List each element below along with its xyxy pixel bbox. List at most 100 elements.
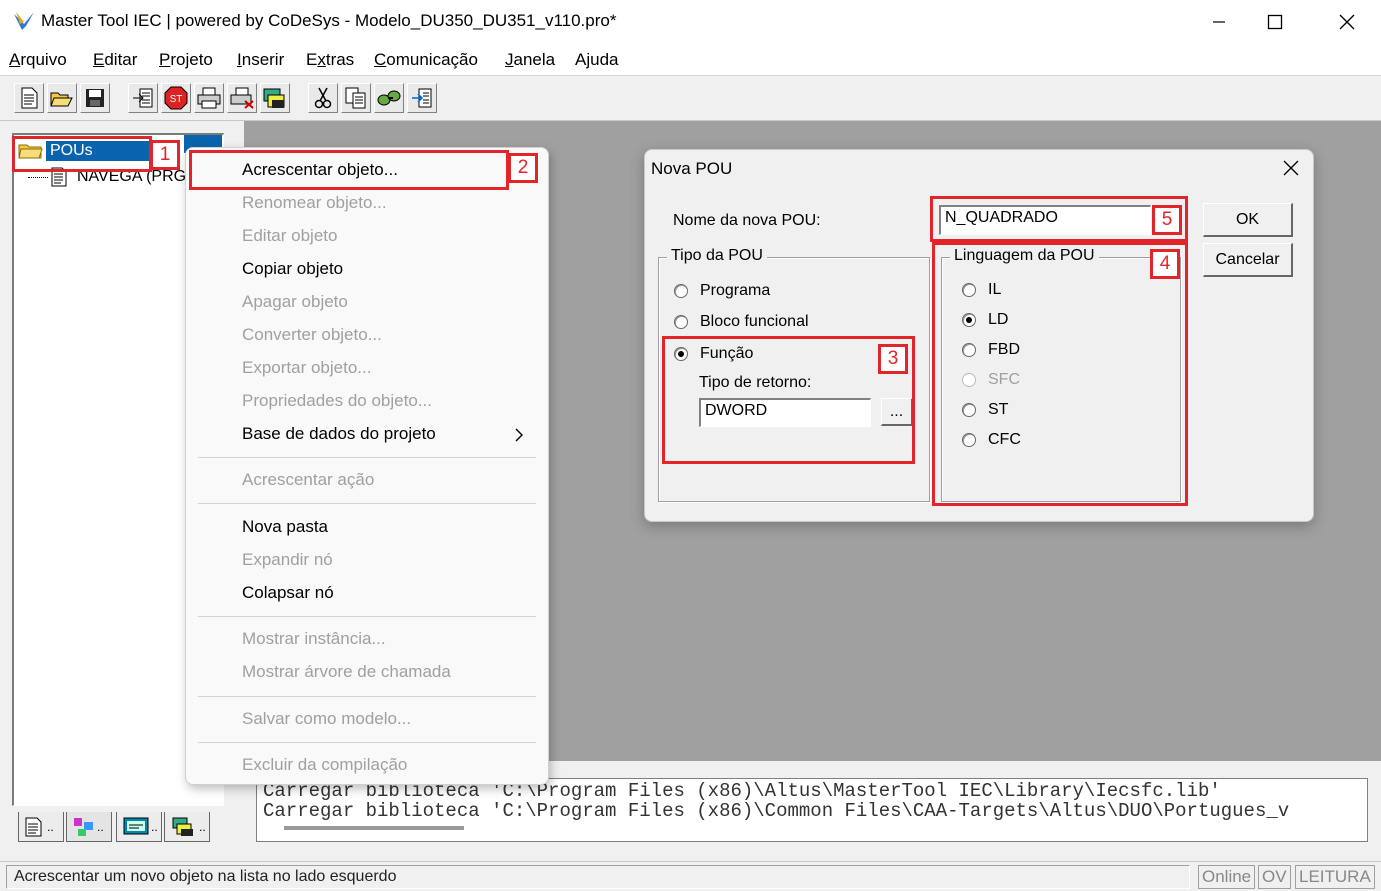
app-logo-icon (14, 12, 34, 30)
menu-label: tras (325, 50, 355, 69)
radio-dot (674, 315, 688, 329)
menu-extras[interactable]: Extras (306, 50, 354, 70)
menu-mnemonic: J (505, 50, 514, 69)
close-button[interactable] (1318, 0, 1376, 44)
callout-box-1 (12, 136, 152, 172)
radio-programa[interactable]: Programa (674, 282, 770, 300)
menu-editar[interactable]: Editar (93, 50, 137, 70)
tab-pous[interactable]: .. (18, 812, 64, 842)
menu-mnemonic: x (317, 50, 326, 69)
submenu-arrow-icon (515, 428, 523, 442)
close-icon (1339, 14, 1355, 30)
build-icon (263, 88, 285, 108)
menu-item-exportar-objeto: Exportar objeto... (242, 358, 372, 377)
menu-item-acrescentar-acao: Acrescentar ação (242, 470, 375, 489)
menu-bar: Arquivo Editar Projeto Inserir Extras Co… (0, 44, 1381, 76)
callout-box-5 (930, 196, 1188, 242)
print-icon (197, 87, 221, 109)
build-button[interactable] (260, 83, 290, 113)
save-button[interactable] (80, 83, 110, 113)
menu-item-propriedades-objeto: Propriedades do objeto... (242, 391, 432, 410)
ok-label: OK (1235, 210, 1260, 228)
status-ov: OV (1258, 865, 1291, 889)
resources-tab-icon (172, 817, 193, 836)
tab-visualizations[interactable]: .. (116, 812, 162, 842)
ok-button[interactable]: OK (1203, 203, 1293, 237)
menu-item-base-dados[interactable]: Base de dados do projeto (242, 424, 436, 444)
menu-janela[interactable]: Janela (505, 50, 555, 70)
message-window[interactable]: Carregar biblioteca 'C:\Program Files (x… (256, 778, 1368, 842)
print-preview-button[interactable] (227, 83, 257, 113)
pou-name-label: Nome da nova POU: (673, 212, 821, 229)
radio-label: Bloco funcional (700, 313, 809, 330)
menu-ajuda[interactable]: Ajuda (575, 50, 619, 70)
menu-separator (198, 503, 536, 504)
menu-label: anela (513, 50, 556, 69)
cancel-button[interactable]: Cancelar (1203, 243, 1293, 277)
menu-item-apagar-objeto: Apagar objeto (242, 292, 348, 311)
menu-mnemonic: P (159, 50, 171, 69)
find-button[interactable] (374, 83, 404, 113)
message-scrollbar[interactable] (284, 826, 464, 830)
cut-button[interactable] (308, 83, 338, 113)
menu-item-nova-pasta[interactable]: Nova pasta (242, 517, 328, 537)
close-icon (1283, 160, 1299, 176)
radio-dot (674, 284, 688, 298)
stop-button[interactable]: ST (161, 83, 191, 113)
menu-separator (198, 616, 536, 617)
menu-separator (198, 696, 536, 697)
tab-data-types[interactable]: .. (66, 812, 112, 842)
tree-connector (28, 176, 48, 178)
toolbar: ST (0, 77, 1381, 121)
menu-item-colapsar-no[interactable]: Colapsar nó (242, 583, 334, 603)
menu-item-copiar-objeto[interactable]: Copiar objeto (242, 259, 343, 279)
goto-icon (412, 88, 432, 108)
callout-tag-3: 3 (878, 344, 908, 374)
menu-mnemonic: E (93, 50, 105, 69)
callout-box-4 (932, 242, 1188, 506)
callout-tag-4: 4 (1150, 249, 1180, 279)
menu-item-expandir-no: Expandir nó (242, 550, 333, 569)
radio-bloco-funcional[interactable]: Bloco funcional (674, 313, 809, 331)
menu-inserir[interactable]: Inserir (237, 50, 284, 70)
status-leitura: LEITURA (1295, 865, 1375, 889)
menu-mnemonic: A (9, 50, 21, 69)
menu-mnemonic: C (374, 50, 387, 69)
radio-label: Programa (700, 282, 771, 299)
tab-resources[interactable]: .. (164, 812, 210, 842)
new-file-icon (21, 87, 38, 109)
menu-label: ditar (104, 50, 138, 69)
menu-item-renomear-objeto: Renomear objeto... (242, 193, 387, 212)
context-menu: Acrescentar objeto... Renomear objeto...… (185, 147, 549, 785)
menu-item-editar-objeto: Editar objeto (242, 226, 338, 245)
minimize-button[interactable] (1190, 0, 1248, 44)
menu-arquivo[interactable]: Arquivo (9, 50, 67, 70)
menu-projeto[interactable]: Projeto (159, 50, 213, 70)
menu-item-mostrar-instancia: Mostrar instância... (242, 629, 386, 648)
menu-label: omunicação (386, 50, 478, 69)
open-folder-icon (50, 92, 73, 107)
dialog-close-button[interactable] (1277, 154, 1305, 182)
print-button[interactable] (194, 83, 224, 113)
message-line: Carregar biblioteca 'C:\Program Files (x… (263, 800, 1290, 822)
visualization-tab-icon (123, 817, 149, 834)
data-types-tab-icon (74, 817, 93, 836)
goto-button[interactable] (407, 83, 437, 113)
minimize-icon (1213, 21, 1225, 23)
menu-item-excluir-compilacao: Excluir da compilação (242, 755, 408, 774)
menu-label: rquivo (20, 50, 67, 69)
open-button[interactable] (47, 83, 77, 113)
new-file-button[interactable] (14, 83, 44, 113)
maximize-button[interactable] (1246, 0, 1304, 44)
menu-item-mostrar-arvore: Mostrar árvore de chamada (242, 662, 451, 681)
menu-comunicacao[interactable]: Comunicação (374, 50, 478, 70)
find-icon (377, 90, 401, 106)
svg-text:ST: ST (170, 94, 183, 105)
cut-icon (314, 87, 332, 109)
menu-separator (198, 742, 536, 743)
pous-tab-icon (25, 817, 42, 836)
copy-button[interactable] (341, 83, 371, 113)
menu-item-converter-objeto: Converter objeto... (242, 325, 382, 344)
login-button[interactable] (128, 83, 158, 113)
cancel-label: Cancelar (1215, 250, 1280, 268)
